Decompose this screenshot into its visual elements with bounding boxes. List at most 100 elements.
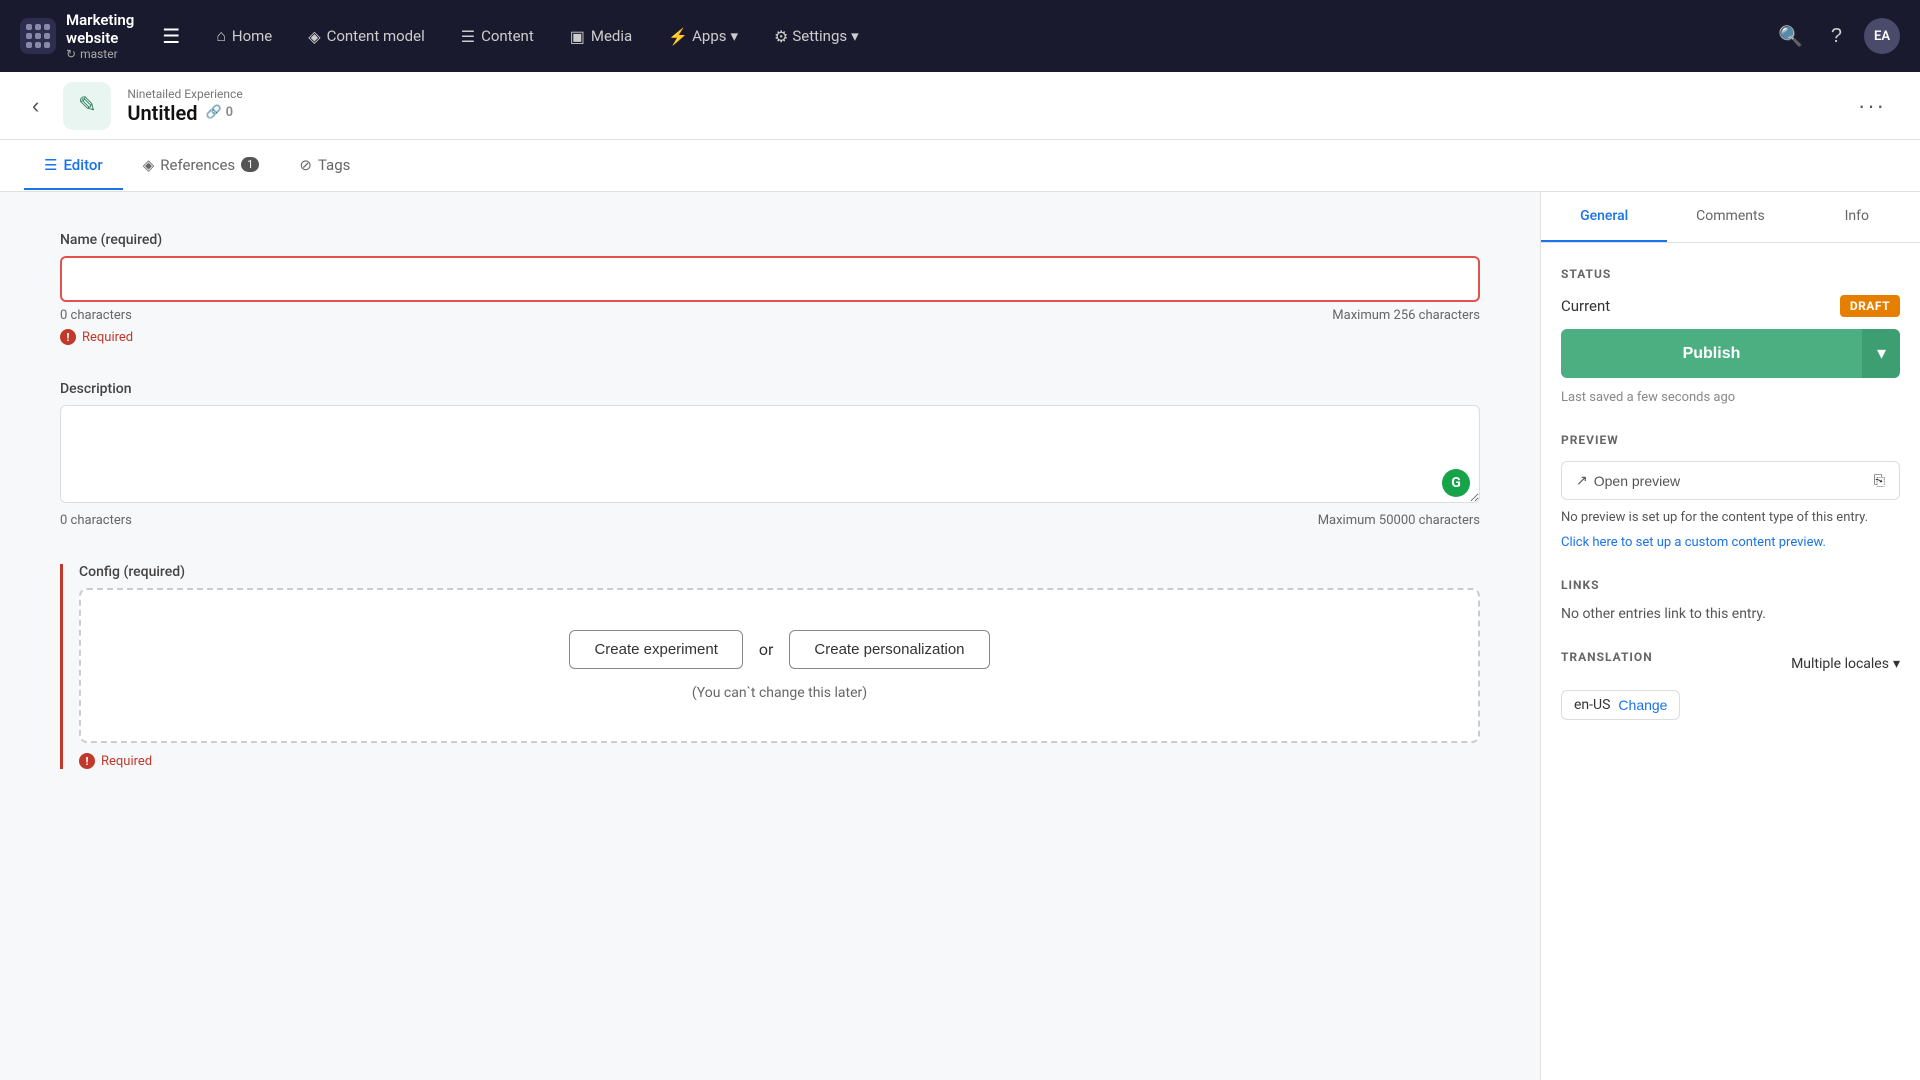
config-field-label: Config (required) xyxy=(79,564,1480,580)
refs-count: 0 xyxy=(226,105,233,120)
nav-label-content-model: Content model xyxy=(327,27,425,45)
grammarly-icon: G xyxy=(1442,469,1470,497)
description-char-count: 0 characters xyxy=(60,513,132,528)
name-char-row: 0 characters Maximum 256 characters xyxy=(60,308,1480,323)
refs-link-icon: 🔗 xyxy=(205,105,221,120)
translation-row: TRANSLATION Multiple locales ▾ xyxy=(1561,650,1900,678)
name-char-count: 0 characters xyxy=(60,308,132,323)
translation-locale-select[interactable]: Multiple locales ▾ xyxy=(1791,656,1900,672)
locale-value: en-US xyxy=(1574,697,1610,713)
content-area: Name (required) 0 characters Maximum 256… xyxy=(0,192,1540,1080)
tab-editor[interactable]: ☰ Editor xyxy=(24,142,123,190)
tab-references-label: References xyxy=(160,156,235,174)
avatar[interactable]: EA xyxy=(1864,18,1900,54)
status-title: STATUS xyxy=(1561,267,1900,281)
content-model-icon: ◈ xyxy=(308,27,320,46)
translation-chevron-icon: ▾ xyxy=(1893,656,1900,672)
nav-env: ↻ master xyxy=(66,47,134,61)
status-section: STATUS Current DRAFT Publish ▾ Last save… xyxy=(1561,267,1900,405)
open-preview-text: Open preview xyxy=(1594,473,1680,489)
config-required-icon: ! xyxy=(79,753,95,769)
translation-title: TRANSLATION xyxy=(1561,650,1653,664)
nav-item-settings[interactable]: ⚙ Settings ▾ xyxy=(758,19,875,54)
home-icon: ⌂ xyxy=(216,26,226,46)
open-preview-button[interactable]: ↗ Open preview ⎘ xyxy=(1561,461,1900,500)
create-personalization-button[interactable]: Create personalization xyxy=(789,630,989,669)
config-section: Config (required) Create experiment or C… xyxy=(60,564,1480,769)
nav-label-content: Content xyxy=(481,27,534,45)
description-char-row: 0 characters Maximum 50000 characters xyxy=(60,513,1480,528)
main-layout: Name (required) 0 characters Maximum 256… xyxy=(0,192,1920,1080)
settings-icon: ⚙ xyxy=(774,27,788,46)
tab-editor-label: Editor xyxy=(63,156,102,174)
back-button[interactable]: ‹ xyxy=(24,89,47,123)
app-grid-icon[interactable] xyxy=(20,18,56,54)
name-field-section: Name (required) 0 characters Maximum 256… xyxy=(60,232,1480,345)
name-required-icon: ! xyxy=(60,329,76,345)
sidebar-tab-bar: General Comments Info xyxy=(1541,192,1920,243)
tags-icon: ⊘ xyxy=(299,156,312,174)
name-input[interactable] xyxy=(60,256,1480,302)
name-field-label: Name (required) xyxy=(60,232,1480,248)
sidebar-content: STATUS Current DRAFT Publish ▾ Last save… xyxy=(1541,243,1920,772)
nav-right: 🔍 ? EA xyxy=(1772,18,1900,55)
sidebar-tab-info[interactable]: Info xyxy=(1794,192,1920,242)
entry-refs: 🔗 0 xyxy=(205,105,233,120)
publish-btn-group: Publish ▾ xyxy=(1561,329,1900,378)
config-buttons: Create experiment or Create personalizat… xyxy=(569,630,989,669)
config-note: (You can`t change this later) xyxy=(692,685,867,701)
nav-item-media[interactable]: ▣ Media xyxy=(554,19,648,54)
or-text: or xyxy=(759,640,774,659)
env-icon: ↻ xyxy=(66,47,76,61)
nav-label-apps: Apps xyxy=(692,27,726,45)
nav-item-content[interactable]: ☰ Content xyxy=(445,19,550,54)
tab-tags[interactable]: ⊘ Tags xyxy=(279,142,370,190)
name-char-max: Maximum 256 characters xyxy=(1332,308,1480,323)
config-required-msg: ! Required xyxy=(79,753,1480,769)
nav-logo: Marketing website ↻ master xyxy=(20,11,134,61)
publish-arrow-button[interactable]: ▾ xyxy=(1862,329,1900,378)
help-button[interactable]: ? xyxy=(1825,19,1848,54)
tab-tags-label: Tags xyxy=(318,156,350,174)
links-note: No other entries link to this entry. xyxy=(1561,606,1900,622)
nav-label-media: Media xyxy=(591,27,632,45)
more-button[interactable]: ··· xyxy=(1848,89,1896,123)
entry-title: Untitled 🔗 0 xyxy=(127,101,1832,125)
nav-item-home[interactable]: ⌂ Home xyxy=(200,18,288,54)
create-experiment-button[interactable]: Create experiment xyxy=(569,630,742,669)
top-nav: Marketing website ↻ master ☰ ⌂ Home ◈ Co… xyxy=(0,0,1920,72)
sidebar-tab-general[interactable]: General xyxy=(1541,192,1667,242)
nav-item-content-model[interactable]: ◈ Content model xyxy=(292,19,440,54)
status-badge: DRAFT xyxy=(1840,295,1900,317)
description-textarea[interactable] xyxy=(60,405,1480,503)
entry-icon: ✎ xyxy=(63,82,111,130)
name-required-msg: ! Required xyxy=(60,329,1480,345)
preview-title: PREVIEW xyxy=(1561,433,1900,447)
references-badge: 1 xyxy=(241,157,259,172)
search-button[interactable]: 🔍 xyxy=(1772,18,1809,55)
sidebar: General Comments Info STATUS Current DRA… xyxy=(1540,192,1920,1080)
publish-button[interactable]: Publish xyxy=(1561,329,1862,378)
references-icon: ◈ xyxy=(143,156,155,174)
nav-label-settings: Settings xyxy=(792,27,847,45)
content-icon: ☰ xyxy=(461,27,475,46)
editor-icon: ☰ xyxy=(44,156,57,174)
nav-item-apps[interactable]: ⚡ Apps ▾ xyxy=(652,19,754,54)
apps-icon: ⚡ xyxy=(668,27,688,46)
env-label: master xyxy=(80,47,118,61)
nav-items: ⌂ Home ◈ Content model ☰ Content ▣ Media… xyxy=(200,18,1772,54)
description-field-section: Description G 0 characters Maximum 50000… xyxy=(60,381,1480,528)
hamburger-button[interactable]: ☰ xyxy=(154,16,188,57)
tab-references[interactable]: ◈ References 1 xyxy=(123,142,280,190)
description-char-max: Maximum 50000 characters xyxy=(1318,513,1480,528)
tab-bar: ☰ Editor ◈ References 1 ⊘ Tags xyxy=(0,140,1920,192)
site-sub: website xyxy=(66,29,134,47)
change-locale-button[interactable]: Change xyxy=(1618,697,1667,713)
preview-setup-link[interactable]: Click here to set up a custom content pr… xyxy=(1561,535,1826,550)
entry-info: Ninetailed Experience Untitled 🔗 0 xyxy=(127,87,1832,125)
sidebar-tab-comments[interactable]: Comments xyxy=(1667,192,1793,242)
entry-type: Ninetailed Experience xyxy=(127,87,1832,101)
preview-note: No preview is set up for the content typ… xyxy=(1561,510,1900,525)
nav-label-home: Home xyxy=(232,27,272,45)
last-saved: Last saved a few seconds ago xyxy=(1561,390,1900,405)
